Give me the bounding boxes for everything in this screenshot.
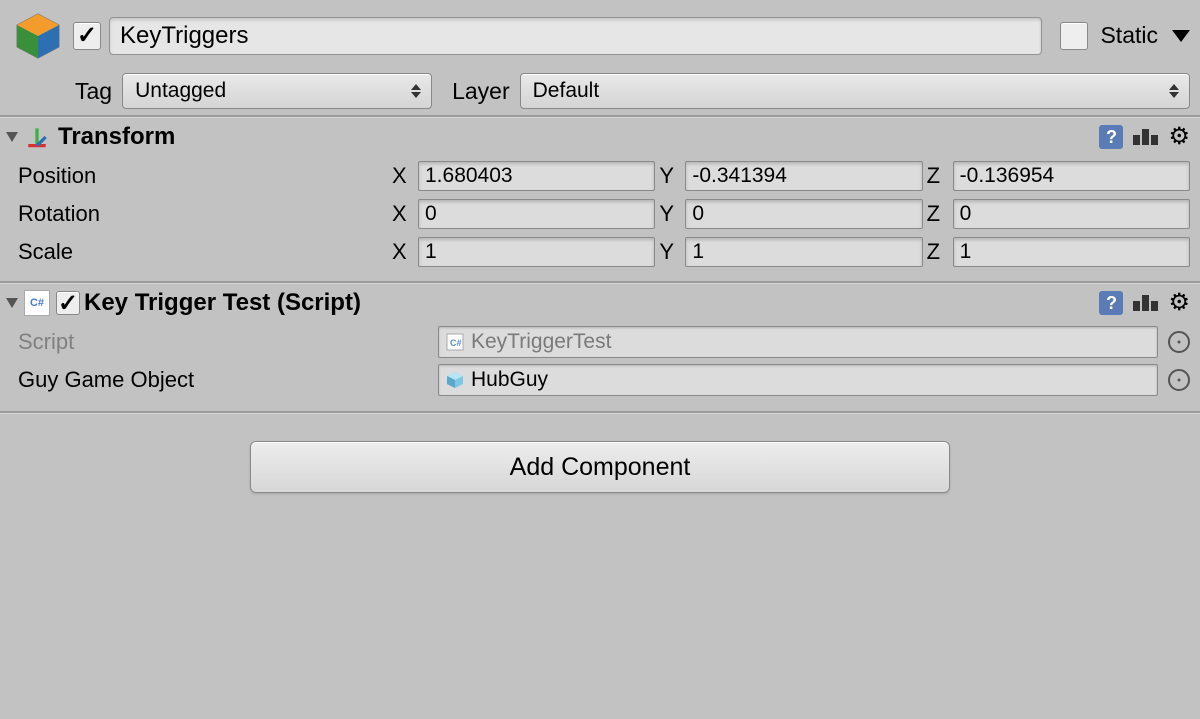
layer-dropdown[interactable]: Default	[520, 73, 1190, 109]
transform-title: Transform	[58, 123, 175, 151]
guy-gameobject-label: Guy Game Object	[18, 367, 438, 393]
script-name: KeyTriggerTest	[471, 330, 611, 354]
active-checkbox[interactable]	[73, 22, 101, 50]
preset-icon[interactable]	[1133, 295, 1158, 311]
gear-icon[interactable]: ⚙︎	[1168, 125, 1190, 149]
transform-icon	[24, 124, 50, 150]
script-component-header[interactable]: C# Key Trigger Test (Script) ? ⚙︎	[0, 283, 1200, 321]
static-label: Static	[1100, 22, 1158, 49]
scale-y-input[interactable]: 1	[685, 237, 922, 267]
layer-label: Layer	[452, 78, 510, 105]
rotation-label: Rotation	[18, 201, 388, 227]
prefab-cube-icon	[445, 370, 465, 390]
axis-y-label[interactable]: Y	[655, 239, 685, 265]
script-component-title: Key Trigger Test (Script)	[84, 289, 361, 317]
scale-label: Scale	[18, 239, 388, 265]
tag-value: Untagged	[135, 79, 226, 103]
position-label: Position	[18, 163, 388, 189]
script-field-value: C# KeyTriggerTest	[438, 326, 1158, 358]
transform-fields: Position X1.680403 Y-0.341394 Z-0.136954…	[0, 155, 1200, 281]
tag-dropdown[interactable]: Untagged	[122, 73, 432, 109]
position-x-input[interactable]: 1.680403	[418, 161, 655, 191]
gameobject-name-input[interactable]: KeyTriggers	[109, 17, 1042, 55]
axis-x-label[interactable]: X	[388, 201, 418, 227]
scale-z-input[interactable]: 1	[953, 237, 1190, 267]
axis-y-label[interactable]: Y	[655, 163, 685, 189]
csharp-script-icon: C#	[24, 290, 50, 316]
axis-x-label[interactable]: X	[388, 163, 418, 189]
axis-x-label[interactable]: X	[388, 239, 418, 265]
component-enabled-checkbox[interactable]	[56, 291, 80, 315]
axis-z-label[interactable]: Z	[923, 239, 953, 265]
add-component-button[interactable]: Add Component	[250, 441, 950, 493]
transform-header[interactable]: Transform ? ⚙︎	[0, 117, 1200, 155]
script-fields: Script C# KeyTriggerTest Guy Game Object	[0, 321, 1200, 411]
help-icon[interactable]: ?	[1099, 291, 1123, 315]
position-y-input[interactable]: -0.341394	[685, 161, 922, 191]
axis-z-label[interactable]: Z	[923, 201, 953, 227]
script-field-label: Script	[18, 329, 438, 355]
gameobject-header: KeyTriggers Static Tag Untagged Layer De…	[0, 0, 1200, 115]
object-picker-icon[interactable]	[1168, 331, 1190, 353]
preset-icon[interactable]	[1133, 129, 1158, 145]
gear-icon[interactable]: ⚙︎	[1168, 291, 1190, 315]
gameobject-cube-icon	[10, 8, 65, 63]
guy-gameobject-value: HubGuy	[471, 368, 548, 392]
foldout-icon[interactable]	[6, 132, 18, 142]
svg-text:C#: C#	[450, 338, 462, 348]
object-picker-icon[interactable]	[1168, 369, 1190, 391]
static-dropdown-icon[interactable]	[1172, 30, 1190, 42]
guy-gameobject-field[interactable]: HubGuy	[438, 364, 1158, 396]
foldout-icon[interactable]	[6, 298, 18, 308]
layer-value: Default	[533, 79, 600, 103]
position-z-input[interactable]: -0.136954	[953, 161, 1190, 191]
scale-x-input[interactable]: 1	[418, 237, 655, 267]
inspector-panel: KeyTriggers Static Tag Untagged Layer De…	[0, 0, 1200, 533]
rotation-x-input[interactable]: 0	[418, 199, 655, 229]
help-icon[interactable]: ?	[1099, 125, 1123, 149]
rotation-y-input[interactable]: 0	[685, 199, 922, 229]
axis-z-label[interactable]: Z	[923, 163, 953, 189]
tag-label: Tag	[75, 78, 112, 105]
rotation-z-input[interactable]: 0	[953, 199, 1190, 229]
axis-y-label[interactable]: Y	[655, 201, 685, 227]
static-checkbox[interactable]	[1060, 22, 1088, 50]
csharp-mini-icon: C#	[445, 332, 465, 352]
